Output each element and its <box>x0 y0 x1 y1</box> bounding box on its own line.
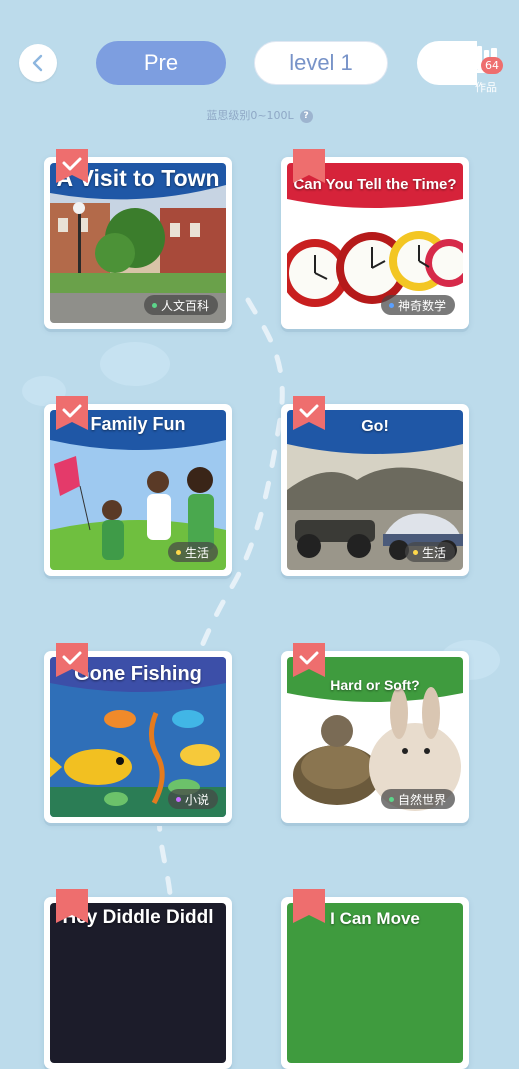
back-button[interactable] <box>19 44 57 82</box>
level-tab-level1[interactable]: level 1 <box>254 41 388 85</box>
book-cover: Gone Fishing 小说 <box>50 657 226 817</box>
tag-label: 生活 <box>184 545 209 560</box>
completed-check-icon <box>56 396 88 430</box>
book-cover: Go! 生活 <box>287 410 463 570</box>
category-tag: 自然世界 <box>380 789 455 809</box>
completed-check-icon <box>293 396 325 430</box>
level-tab-pre[interactable]: Pre <box>96 41 226 85</box>
bookmark-icon <box>293 149 325 183</box>
tag-dot <box>175 796 181 802</box>
tag-label: 小说 <box>184 792 209 807</box>
completed-check-icon <box>56 149 88 183</box>
help-icon[interactable]: ? <box>299 110 313 123</box>
tag-label: 自然世界 <box>397 792 446 807</box>
cloud-decoration <box>100 342 170 386</box>
bookmark-icon <box>293 889 325 923</box>
category-tag: 神奇数学 <box>380 295 455 315</box>
book-card[interactable]: Gone Fishing 小说 <box>44 643 232 823</box>
category-tag: 生活 <box>404 542 455 562</box>
completed-check-icon <box>56 643 88 677</box>
tag-dot <box>175 549 181 555</box>
book-cover: Hey Diddle Diddl <box>50 903 226 1063</box>
book-card[interactable]: Go! 生活 <box>281 396 469 576</box>
book-card[interactable]: A Visit to Town 人文百科 <box>44 149 232 329</box>
tag-label: 生活 <box>421 545 446 560</box>
lexile-range: 蓝思级别0~100L? <box>0 107 519 123</box>
book-cover: Can You Tell the Time? 神奇数学 <box>287 163 463 323</box>
tag-dot <box>388 796 394 802</box>
works-count-badge: 64 <box>481 57 503 74</box>
lexile-range-text: 蓝思级别0~100L <box>206 109 294 122</box>
tag-label: 人文百科 <box>160 298 209 313</box>
tag-label: 神奇数学 <box>397 298 446 313</box>
category-tag: 人文百科 <box>143 295 218 315</box>
chevron-left-icon <box>32 54 43 72</box>
book-cover: A Visit to Town 人文百科 <box>50 163 226 323</box>
book-card[interactable]: Hey Diddle Diddl <box>44 889 232 1069</box>
book-card[interactable]: Can You Tell the Time? 神奇数学 <box>281 149 469 329</box>
tag-dot <box>388 302 394 308</box>
tag-dot <box>412 549 418 555</box>
works-button[interactable]: 64 作品 <box>466 44 506 96</box>
book-card[interactable]: Family Fun 生活 <box>44 396 232 576</box>
book-cover: I Can Move <box>287 903 463 1063</box>
works-label: 作品 <box>475 81 497 94</box>
book-cover: Hard or Soft? 自然世界 <box>287 657 463 817</box>
category-tag: 小说 <box>167 789 218 809</box>
book-card[interactable]: Hard or Soft? 自然世界 <box>281 643 469 823</box>
completed-check-icon <box>293 643 325 677</box>
book-title: Hard or Soft? <box>330 677 420 693</box>
book-cover: Family Fun 生活 <box>50 410 226 570</box>
category-tag: 生活 <box>167 542 218 562</box>
book-card[interactable]: I Can Move <box>281 889 469 1069</box>
bookmark-icon <box>56 889 88 923</box>
tag-dot <box>151 302 157 308</box>
